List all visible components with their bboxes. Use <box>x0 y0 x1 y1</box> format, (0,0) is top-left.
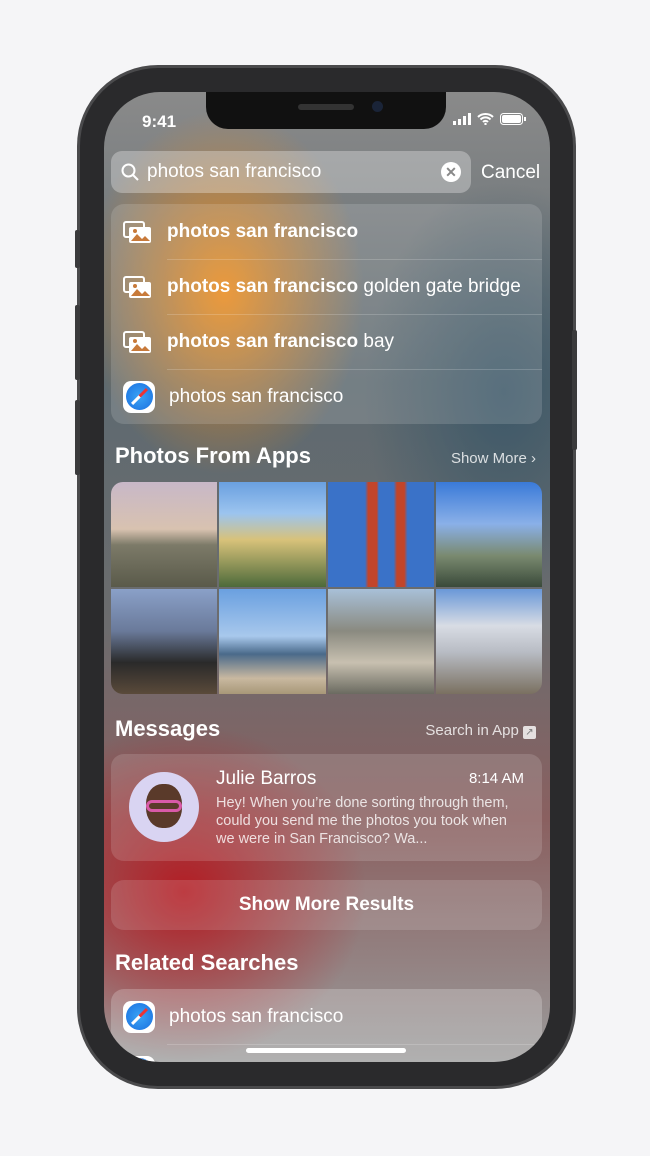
search-in-app-link[interactable]: Search in App ↗ <box>425 722 536 739</box>
notch <box>206 92 446 129</box>
volume-up-button <box>75 305 80 380</box>
suggestion-item[interactable]: photos san francisco <box>111 204 542 259</box>
message-time: 8:14 AM <box>468 770 524 787</box>
photo-thumbnail[interactable] <box>327 482 434 587</box>
wifi-icon <box>477 113 494 125</box>
photo-thumbnail[interactable] <box>435 589 542 694</box>
screen: 9:41 photos san francisco ✕ Cancel photo… <box>104 92 550 1062</box>
suggestion-text: photos san francisco <box>167 330 359 352</box>
status-icons <box>453 113 526 125</box>
related-item[interactable] <box>111 1044 542 1062</box>
status-time: 9:41 <box>142 112 177 131</box>
safari-icon <box>123 1000 155 1033</box>
message-result[interactable]: Julie Barros 8:14 AM Hey! When you’re do… <box>111 754 542 861</box>
photo-grid <box>111 482 542 694</box>
chevron-right-icon: › <box>531 450 536 467</box>
suggestion-text: photos san francisco <box>167 275 359 297</box>
search-icon <box>121 163 139 181</box>
search-field[interactable]: photos san francisco ✕ <box>111 151 471 193</box>
battery-icon <box>500 113 526 125</box>
show-more-link[interactable]: Show More › <box>451 450 536 467</box>
avatar <box>129 772 199 842</box>
action-button <box>75 230 80 268</box>
clear-icon[interactable]: ✕ <box>441 162 461 182</box>
photo-thumbnail[interactable] <box>111 589 218 694</box>
message-preview: Hey! When you’re done sorting through th… <box>216 795 509 847</box>
home-indicator[interactable] <box>246 1048 406 1053</box>
messages-section-title: Messages <box>115 716 221 741</box>
photo-thumbnail[interactable] <box>111 482 218 587</box>
related-section-title: Related Searches <box>115 950 299 975</box>
photo-thumbnail[interactable] <box>435 482 542 587</box>
photo-thumbnail[interactable] <box>219 589 326 694</box>
show-more-label: Show More <box>450 450 527 467</box>
photos-icon <box>123 220 151 243</box>
photos-section-title: Photos From Apps <box>115 443 311 468</box>
suggestion-text: photos san francisco <box>169 385 344 407</box>
signal-icon <box>453 113 471 125</box>
suggestion-suffix: golden gate bridge <box>358 275 521 297</box>
related-item-text: photos san francisco <box>169 1005 344 1027</box>
suggestion-text: photos san francisco <box>167 220 359 242</box>
safari-icon <box>123 380 155 413</box>
search-in-app-label: Search in App <box>425 722 519 739</box>
safari-icon <box>123 1055 155 1062</box>
volume-down-button <box>75 400 80 475</box>
suggestion-item[interactable]: photos san francisco <box>111 369 542 424</box>
cancel-button[interactable]: Cancel <box>481 162 540 184</box>
open-external-icon: ↗ <box>523 726 536 739</box>
photo-thumbnail[interactable] <box>327 589 434 694</box>
related-item[interactable]: photos san francisco <box>111 989 542 1044</box>
search-input[interactable]: photos san francisco <box>147 161 321 183</box>
suggestions-list: photos san francisco photos san francisc… <box>111 204 542 424</box>
message-sender: Julie Barros <box>216 768 317 789</box>
photos-icon <box>123 330 151 353</box>
suggestion-item[interactable]: photos san francisco golden gate bridge <box>111 259 542 314</box>
suggestion-item[interactable]: photos san francisco bay <box>111 314 542 369</box>
photo-thumbnail[interactable] <box>219 482 326 587</box>
side-button <box>572 330 577 450</box>
show-more-results-button[interactable]: Show More Results <box>111 880 542 930</box>
photos-icon <box>123 275 151 298</box>
suggestion-suffix: bay <box>358 330 395 352</box>
